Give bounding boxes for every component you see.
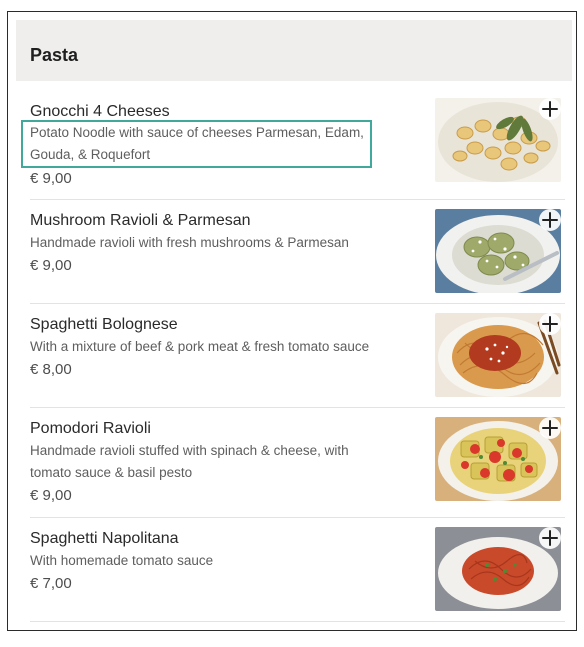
gnocchi-dish-image — [435, 98, 561, 182]
item-name: Spaghetti Bolognese — [30, 316, 178, 333]
plus-icon — [542, 212, 558, 228]
add-to-cart-button[interactable] — [539, 313, 561, 335]
item-description: Handmade ravioli with fresh mushrooms & … — [30, 235, 349, 250]
spaghetti-bolognese-image — [435, 313, 561, 397]
add-to-cart-button[interactable] — [539, 527, 561, 549]
pomodori-ravioli-image — [435, 417, 561, 501]
section-header: Pasta — [16, 20, 572, 81]
menu-item-spaghetti-bolognese[interactable]: Spaghetti Bolognese With a mixture of be… — [30, 304, 565, 408]
item-description: With homemade tomato sauce — [30, 553, 214, 568]
plus-icon — [542, 530, 558, 546]
add-to-cart-button[interactable] — [539, 98, 561, 120]
add-to-cart-button[interactable] — [539, 417, 561, 439]
item-price: € 9,00 — [30, 170, 72, 187]
item-price: € 8,00 — [30, 361, 72, 378]
add-to-cart-button[interactable] — [539, 209, 561, 231]
plus-icon — [542, 420, 558, 436]
menu-item-gnocchi[interactable]: Gnocchi 4 Cheeses Potato Noodle with sau… — [21, 98, 565, 200]
item-description: Handmade ravioli stuffed with spinach & … — [30, 443, 349, 480]
menu-item-mushroom-ravioli[interactable]: Mushroom Ravioli & Parmesan Handmade rav… — [30, 200, 565, 304]
mushroom-ravioli-image — [435, 209, 561, 293]
plus-icon — [542, 101, 558, 117]
menu-item-spaghetti-napolitana[interactable]: Spaghetti Napolitana With homemade tomat… — [30, 518, 565, 622]
menu-panel: Pasta Gnocchi 4 Cheeses Potato Noodle wi… — [7, 11, 577, 631]
plus-icon — [542, 316, 558, 332]
section-title: Pasta — [30, 45, 79, 65]
item-price: € 9,00 — [30, 257, 72, 274]
item-name: Mushroom Ravioli & Parmesan — [30, 212, 251, 229]
item-name: Pomodori Ravioli — [30, 420, 151, 437]
spaghetti-napolitana-image — [435, 527, 561, 611]
item-name: Spaghetti Napolitana — [30, 530, 179, 547]
item-description: Potato Noodle with sauce of cheeses Parm… — [21, 120, 372, 168]
item-name: Gnocchi 4 Cheeses — [30, 103, 170, 120]
menu-item-pomodori-ravioli[interactable]: Pomodori Ravioli Handmade ravioli stuffe… — [30, 408, 565, 518]
item-price: € 9,00 — [30, 487, 72, 504]
item-description: With a mixture of beef & pork meat & fre… — [30, 339, 370, 354]
item-price: € 7,00 — [30, 575, 72, 592]
